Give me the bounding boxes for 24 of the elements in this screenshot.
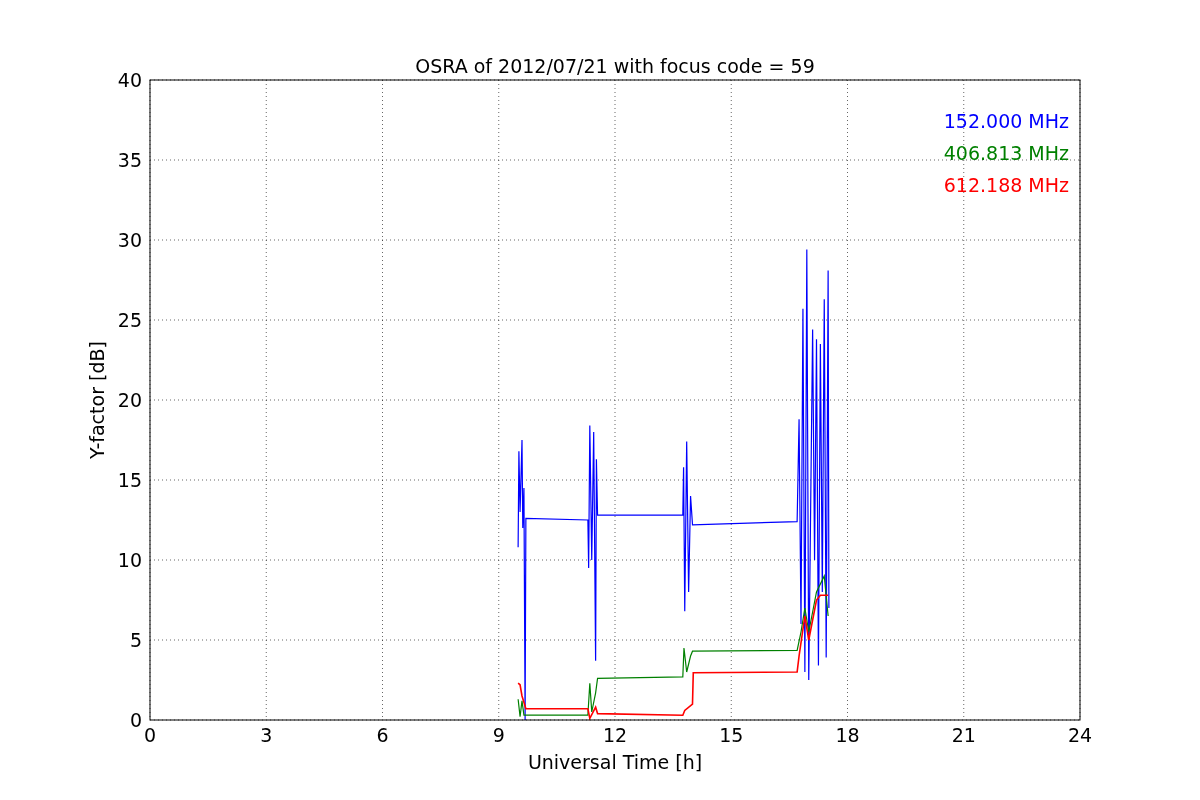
y-axis-label: Y-factor [dB] [86,341,108,459]
y-tick-label: 0 [129,709,142,731]
x-tick-label: 9 [492,724,505,746]
x-tick-label: 12 [602,724,628,746]
y-tick-label: 30 [117,229,142,251]
y-tick-label: 5 [129,629,142,651]
x-tick-label: 21 [951,724,976,746]
y-tick-label: 35 [117,149,142,171]
legend-label: 406.813 MHz [943,142,1069,164]
y-tick-label: 10 [117,549,142,571]
x-tick-label: 15 [719,724,744,746]
y-tick-label: 15 [117,469,142,491]
x-tick-label: 3 [260,724,273,746]
x-tick-label: 24 [1067,724,1093,746]
y-tick-label: 20 [117,389,142,411]
chart-title: OSRA of 2012/07/21 with focus code = 59 [415,55,815,77]
x-axis-label: Universal Time [h] [527,751,703,773]
legend-label: 612.188 MHz [943,174,1069,196]
x-tick-label: 0 [143,724,157,746]
y-tick-label: 40 [117,69,142,91]
legend-label: 152.000 MHz [943,110,1069,132]
x-tick-label: 18 [835,724,860,746]
x-tick-label: 6 [376,724,389,746]
y-tick-label: 25 [117,309,142,331]
